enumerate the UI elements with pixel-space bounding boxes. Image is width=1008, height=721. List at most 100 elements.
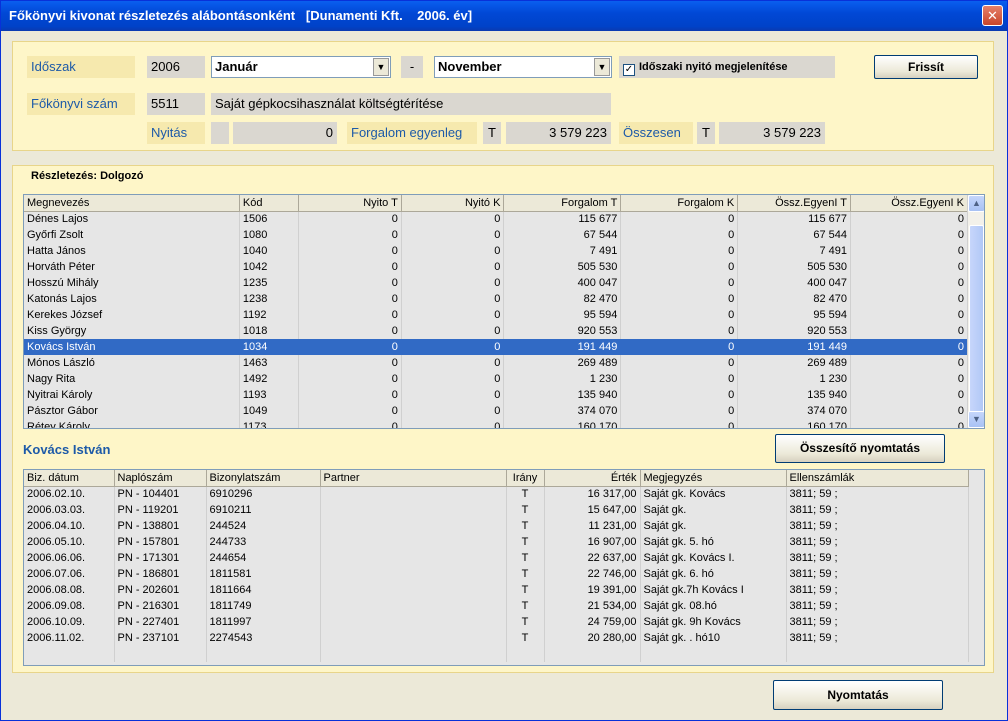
title-bar[interactable]: Főkönyvi kivonat részletezés alábontáson… [1, 1, 1007, 31]
table-cell: 1811749 [206, 598, 321, 614]
table-row[interactable]: 2006.11.02. PN - 237101 2274543 T 20 280,00 S… [24, 630, 969, 646]
print-button[interactable]: Nyomtatás [773, 680, 943, 710]
table-cell: T [506, 486, 545, 502]
table-cell: Saját gk. [640, 502, 787, 518]
entries-col-header[interactable]: Partner [320, 470, 507, 487]
table-cell: 0 [850, 243, 968, 259]
table-row[interactable]: 2006.02.10. PN - 104401 6910296 T 16 317,00 S… [24, 486, 969, 502]
employee-col-header[interactable]: Forgalom K [620, 195, 739, 212]
table-cell: PN - 157801 [114, 534, 207, 550]
table-cell [320, 614, 507, 630]
table-row[interactable]: 2006.06.06. PN - 171301 244654 T 22 637,00 Sa… [24, 550, 969, 566]
scroll-thumb[interactable] [969, 225, 984, 425]
table-cell: 160 170 [737, 419, 852, 428]
table-cell: 82 470 [737, 291, 852, 307]
entries-col-header[interactable]: Irány [506, 470, 545, 487]
table-row[interactable]: Nagy Rita 1492 0 0 1 230 0 1 230 0 [24, 371, 968, 387]
chevron-down-icon[interactable]: ▼ [373, 58, 389, 76]
table-row[interactable]: 2006.08.08. PN - 202601 1811664 T 19 391,00 S… [24, 582, 969, 598]
table-row[interactable]: Hosszú Mihály 1235 0 0 400 047 0 400 047 0 [24, 275, 968, 291]
table-cell: 0 [298, 227, 402, 243]
table-cell: T [506, 598, 545, 614]
employee-grid[interactable]: Megnevezés Kód Nyito T Nyitó K Forgalom T For… [23, 194, 985, 429]
account-label: Főkönyvi szám [27, 93, 135, 115]
entries-col-header[interactable]: Biz. dátum [24, 470, 115, 487]
table-row[interactable]: 2006.04.10. PN - 138801 244524 T 11 231,00 Sa… [24, 518, 969, 534]
year-field[interactable]: 2006 [147, 56, 205, 78]
entries-col-header[interactable]: Megjegyzés [640, 470, 787, 487]
to-month-select[interactable]: November ▼ [434, 56, 612, 78]
table-cell: 7 491 [737, 243, 852, 259]
table-cell: 0 [401, 243, 505, 259]
refresh-button[interactable]: Frissít [874, 55, 978, 79]
employee-col-header[interactable]: Forgalom T [503, 195, 622, 212]
employee-col-header[interactable]: Megnevezés [24, 195, 240, 212]
table-row[interactable]: Kovács István 1034 0 0 191 449 0 191 449 0 [24, 339, 968, 355]
employee-col-header[interactable]: Nyito T [298, 195, 402, 212]
window-title: Főkönyvi kivonat részletezés alábontáson… [9, 8, 473, 23]
employee-col-header[interactable]: Kód [239, 195, 300, 212]
table-cell: 1192 [239, 307, 300, 323]
table-row[interactable]: 2006.05.10. PN - 157801 244733 T 16 907,00 Sa… [24, 534, 969, 550]
table-row[interactable]: Rétey Károly 1173 0 0 160 170 0 160 170 0 [24, 419, 968, 428]
table-cell: 0 [298, 419, 402, 428]
entries-grid[interactable]: Biz. dátum Naplószám Bizonylatszám Partner I… [23, 469, 985, 666]
table-row[interactable]: Katonás Lajos 1238 0 0 82 470 0 82 470 0 [24, 291, 968, 307]
table-row[interactable]: Győrfi Zsolt 1080 0 0 67 544 0 67 544 0 [24, 227, 968, 243]
scroll-up-icon[interactable]: ▲ [968, 195, 984, 212]
employee-col-header[interactable]: Nyitó K [401, 195, 505, 212]
entries-col-header[interactable]: Naplószám [114, 470, 207, 487]
table-cell: 1034 [239, 339, 300, 355]
table-row[interactable]: Horváth Péter 1042 0 0 505 530 0 505 530 0 [24, 259, 968, 275]
entries-col-header[interactable]: Érték [544, 470, 641, 487]
filter-panel: Időszak 2006 Január ▼ - November ▼ ✓ Idős… [12, 41, 994, 151]
table-cell: T [506, 518, 545, 534]
table-cell: 0 [401, 387, 505, 403]
table-row[interactable]: Nyitrai Károly 1193 0 0 135 940 0 135 940 0 [24, 387, 968, 403]
employee-table: Megnevezés Kód Nyito T Nyitó K Forgalom T For… [24, 195, 968, 428]
table-cell: 0 [298, 371, 402, 387]
employee-col-header[interactable]: Össz.EgyenI K [850, 195, 968, 212]
table-cell [544, 646, 641, 662]
from-month-select[interactable]: Január ▼ [211, 56, 391, 78]
table-cell [320, 534, 507, 550]
table-row[interactable]: Kiss György 1018 0 0 920 553 0 920 553 0 [24, 323, 968, 339]
table-cell: 1018 [239, 323, 300, 339]
summary-print-button[interactable]: Összesítő nyomtatás [775, 434, 945, 463]
chevron-down-icon[interactable]: ▼ [594, 58, 610, 76]
show-opening-checkbox[interactable]: ✓ Időszaki nyitó megjelenítése [619, 56, 835, 78]
table-cell: 2006.10.09. [24, 614, 115, 630]
table-row[interactable]: Mónos László 1463 0 0 269 489 0 269 489 0 [24, 355, 968, 371]
close-icon[interactable]: ✕ [982, 5, 1003, 26]
table-cell: 22 637,00 [544, 550, 641, 566]
table-row[interactable]: 2006.10.09. PN - 227401 1811997 T 24 759,00 S… [24, 614, 969, 630]
table-row[interactable]: 2006.03.03. PN - 119201 6910211 T 15 647,00 S… [24, 502, 969, 518]
table-cell: 244654 [206, 550, 321, 566]
table-row[interactable]: Hatta János 1040 0 0 7 491 0 7 491 0 [24, 243, 968, 259]
empty-row [24, 646, 969, 662]
table-cell: 1463 [239, 355, 300, 371]
table-cell: 2006.06.06. [24, 550, 115, 566]
employee-col-header[interactable]: Össz.EgyenI T [737, 195, 852, 212]
table-row[interactable]: Dénes Lajos 1506 0 0 115 677 0 115 677 0 [24, 211, 968, 227]
entries-col-header[interactable]: Ellenszámlák [786, 470, 969, 487]
table-cell: Kerekes József [24, 307, 240, 323]
table-cell: 3811; 59 ; [786, 598, 969, 614]
scroll-down-icon[interactable]: ▼ [968, 411, 984, 428]
checkbox-check-icon[interactable]: ✓ [623, 64, 635, 76]
table-row[interactable]: 2006.09.08. PN - 216301 1811749 T 21 534,00 S… [24, 598, 969, 614]
table-row[interactable]: Kerekes József 1192 0 0 95 594 0 95 594 0 [24, 307, 968, 323]
table-row[interactable]: 2006.07.06. PN - 186801 1811581 T 22 746,00 S… [24, 566, 969, 582]
entries-col-header[interactable]: Bizonylatszám [206, 470, 321, 487]
employee-grid-scrollbar[interactable]: ▲ ▼ [967, 195, 984, 428]
detail-group-title: Részletezés: Dolgozó [29, 170, 146, 182]
table-cell: 6910296 [206, 486, 321, 502]
table-cell: 95 594 [737, 307, 852, 323]
from-month-value: Január [215, 59, 258, 74]
table-cell: 0 [298, 323, 402, 339]
table-cell [320, 550, 507, 566]
table-cell: PN - 237101 [114, 630, 207, 646]
table-row[interactable]: Pásztor Gábor 1049 0 0 374 070 0 374 070 0 [24, 403, 968, 419]
total-label: Összesen [619, 122, 693, 144]
table-cell: Saját gk. Kovács I. [640, 550, 787, 566]
